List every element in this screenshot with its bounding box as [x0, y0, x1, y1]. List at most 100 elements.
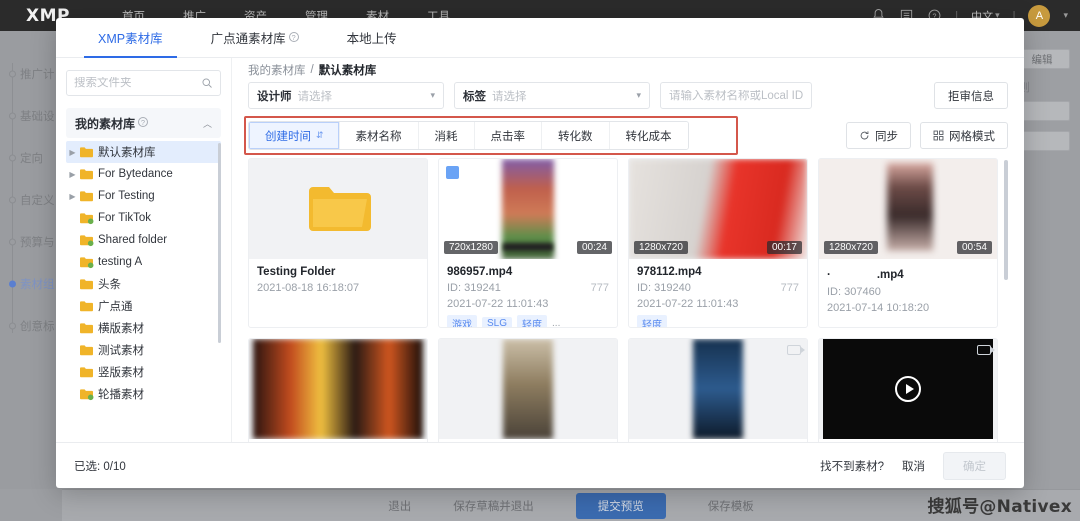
- sort-tab-create-time[interactable]: 创建时间 ⇵: [249, 122, 340, 150]
- folder-item-test-material[interactable]: 测试素材: [66, 339, 221, 361]
- tag-select[interactable]: 标签 请选择 ▾: [454, 82, 650, 110]
- folder-item-for-bytedance[interactable]: ▶ For Bytedance: [66, 163, 221, 185]
- card-checkbox[interactable]: [446, 166, 459, 180]
- chevron-down-icon: ▾: [430, 90, 435, 101]
- sort-tab-material-name[interactable]: 素材名称: [339, 122, 419, 150]
- card-tag[interactable]: 轻度: [517, 315, 548, 328]
- asset-card-video[interactable]: 1280x720 00:54 · .mp4 ID: 307460 2021-07…: [818, 158, 998, 329]
- card-id: ID: 307460: [827, 286, 881, 299]
- sync-button[interactable]: 同步: [846, 122, 911, 150]
- folder-label: For Testing: [98, 190, 155, 202]
- cancel-button[interactable]: 取消: [902, 458, 925, 474]
- folder-item-portrait[interactable]: 竖版素材: [66, 361, 221, 383]
- folder-item-testing-a[interactable]: testing A: [66, 251, 221, 273]
- folder-item-toutiao[interactable]: 头条: [66, 273, 221, 295]
- avatar-chevron-down-icon[interactable]: ▾: [1063, 10, 1068, 21]
- card-thumbnail: [629, 339, 807, 440]
- card-body: Testing Folder 2021-08-18 16:18:07: [249, 259, 427, 294]
- card-thumbnail: [249, 339, 427, 440]
- folder-icon: [79, 300, 94, 313]
- folder-scrollbar[interactable]: [218, 143, 221, 343]
- card-title: 986957.mp4: [447, 266, 513, 279]
- card-tag[interactable]: SLG: [482, 317, 513, 328]
- help-icon[interactable]: ?: [288, 31, 299, 42]
- not-found-link[interactable]: 找不到素材?: [820, 458, 884, 474]
- sort-tab-ctr[interactable]: 点击率: [474, 122, 543, 150]
- folder-item-default[interactable]: ▶ 默认素材库: [66, 141, 221, 163]
- folder-item-for-tiktok[interactable]: For TikTok: [66, 207, 221, 229]
- background-step-nav: 推广计 基础设 定向 自定义 预算与 素材组 创意标: [0, 31, 62, 489]
- asset-card-video[interactable]: 1280x720 00:17 978112.mp4 ID: 319240 777…: [628, 158, 808, 329]
- folder-item-landscape[interactable]: 横版素材: [66, 317, 221, 339]
- folder-pane: 我的素材库 ? ︿ ▶ 默认素材库 ▶: [56, 58, 232, 442]
- asset-card-video[interactable]: [438, 338, 618, 442]
- step-item-targeting[interactable]: 定向: [0, 137, 62, 179]
- folder-item-shared-folder[interactable]: Shared folder: [66, 229, 221, 251]
- library-header[interactable]: 我的素材库 ? ︿: [66, 108, 221, 138]
- sort-tab-cost[interactable]: 消耗: [418, 122, 475, 150]
- step-item-budget[interactable]: 预算与: [0, 221, 62, 263]
- card-tags-more[interactable]: ...: [552, 318, 560, 327]
- step-label: 自定义: [20, 195, 55, 207]
- reject-info-button[interactable]: 拒审信息: [934, 82, 1008, 110]
- step-dot-icon: [9, 70, 16, 78]
- breadcrumb-root[interactable]: 我的素材库: [248, 62, 306, 78]
- card-date: 2021-07-14 10:18:20: [827, 302, 930, 315]
- play-icon[interactable]: [895, 376, 921, 403]
- tab-local-upload[interactable]: 本地上传: [323, 18, 421, 58]
- step-item-plan[interactable]: 推广计: [0, 53, 62, 95]
- avatar[interactable]: A: [1028, 4, 1051, 27]
- material-name-field[interactable]: [660, 82, 812, 110]
- tab-gdt-library[interactable]: 广点通素材库 ?: [187, 18, 323, 58]
- material-name-input[interactable]: [669, 89, 803, 102]
- folder-label: 测试素材: [98, 345, 144, 357]
- folder-item-gdt[interactable]: 广点通: [66, 295, 221, 317]
- submit-preview-button[interactable]: 提交预览: [575, 492, 666, 519]
- grid-icon: [933, 130, 944, 141]
- filter-bar: 设计师 请选择 ▾ 标签 请选择 ▾ 拒审信息: [248, 82, 1008, 115]
- help-icon[interactable]: ?: [138, 117, 149, 127]
- asset-card-video[interactable]: 720x1280 00:24 986957.mp4 ID: 319241 777…: [438, 158, 618, 329]
- folder-label: 默认素材库: [98, 147, 156, 159]
- folder-icon: [79, 322, 94, 335]
- sort-segmented-control: 创建时间 ⇵ 素材名称 消耗 点击率 转化数 转化成本: [248, 121, 689, 151]
- step-item-material-group[interactable]: 素材组: [0, 263, 62, 305]
- step-item-creative-title[interactable]: 创意标: [0, 305, 62, 347]
- content-pane: 我的素材库 / 默认素材库 设计师 请选择 ▾ 标签 请选择 ▾ 请输入素材名称…: [232, 58, 1024, 442]
- search-icon[interactable]: [201, 77, 213, 89]
- chevron-right-icon[interactable]: ▶: [66, 148, 79, 157]
- grid-scrollbar[interactable]: [1004, 160, 1008, 281]
- chevron-up-icon[interactable]: ︿: [203, 117, 212, 130]
- step-item-basic[interactable]: 基础设: [0, 95, 62, 137]
- card-tag[interactable]: 游戏: [447, 315, 477, 328]
- asset-card-video[interactable]: [248, 338, 428, 442]
- card-tag[interactable]: 轻度: [637, 315, 667, 328]
- asset-card-video[interactable]: [818, 338, 998, 442]
- step-item-custom[interactable]: 自定义: [0, 179, 62, 221]
- folder-item-carousel[interactable]: 轮播素材: [66, 383, 221, 405]
- card-thumbnail: [439, 339, 617, 440]
- chevron-right-icon[interactable]: ▶: [66, 170, 79, 179]
- assets-grid: Testing Folder 2021-08-18 16:18:07 720x1…: [248, 158, 1008, 442]
- save-template-button[interactable]: 保存模板: [708, 498, 754, 514]
- designer-select[interactable]: 设计师 请选择 ▾: [248, 82, 444, 110]
- folder-icon: [309, 187, 371, 232]
- grid-mode-button[interactable]: 网格模式: [920, 122, 1008, 150]
- tab-xmp-library[interactable]: XMP素材库: [74, 18, 187, 58]
- sort-tab-conversions[interactable]: 转化数: [542, 122, 610, 150]
- exit-button[interactable]: 退出: [388, 498, 411, 514]
- folder-item-for-testing[interactable]: ▶ For Testing: [66, 185, 221, 207]
- sort-tab-conversion-cost[interactable]: 转化成本: [609, 122, 688, 150]
- tab-label: 本地上传: [346, 32, 397, 46]
- folder-search-input[interactable]: [74, 77, 201, 89]
- sort-desc-icon[interactable]: ⇵: [316, 130, 323, 141]
- asset-card-folder[interactable]: Testing Folder 2021-08-18 16:18:07: [248, 158, 428, 329]
- chevron-right-icon[interactable]: ▶: [66, 192, 79, 201]
- asset-card-video[interactable]: [628, 338, 808, 442]
- confirm-button[interactable]: 确定: [943, 451, 1006, 480]
- folder-search-box[interactable]: [66, 70, 221, 96]
- tab-label: 广点通素材库: [210, 32, 286, 46]
- save-draft-exit-button[interactable]: 保存草稿并退出: [453, 498, 534, 514]
- sort-tab-label: 转化成本: [625, 130, 672, 143]
- sort-tab-label: 消耗: [434, 130, 458, 143]
